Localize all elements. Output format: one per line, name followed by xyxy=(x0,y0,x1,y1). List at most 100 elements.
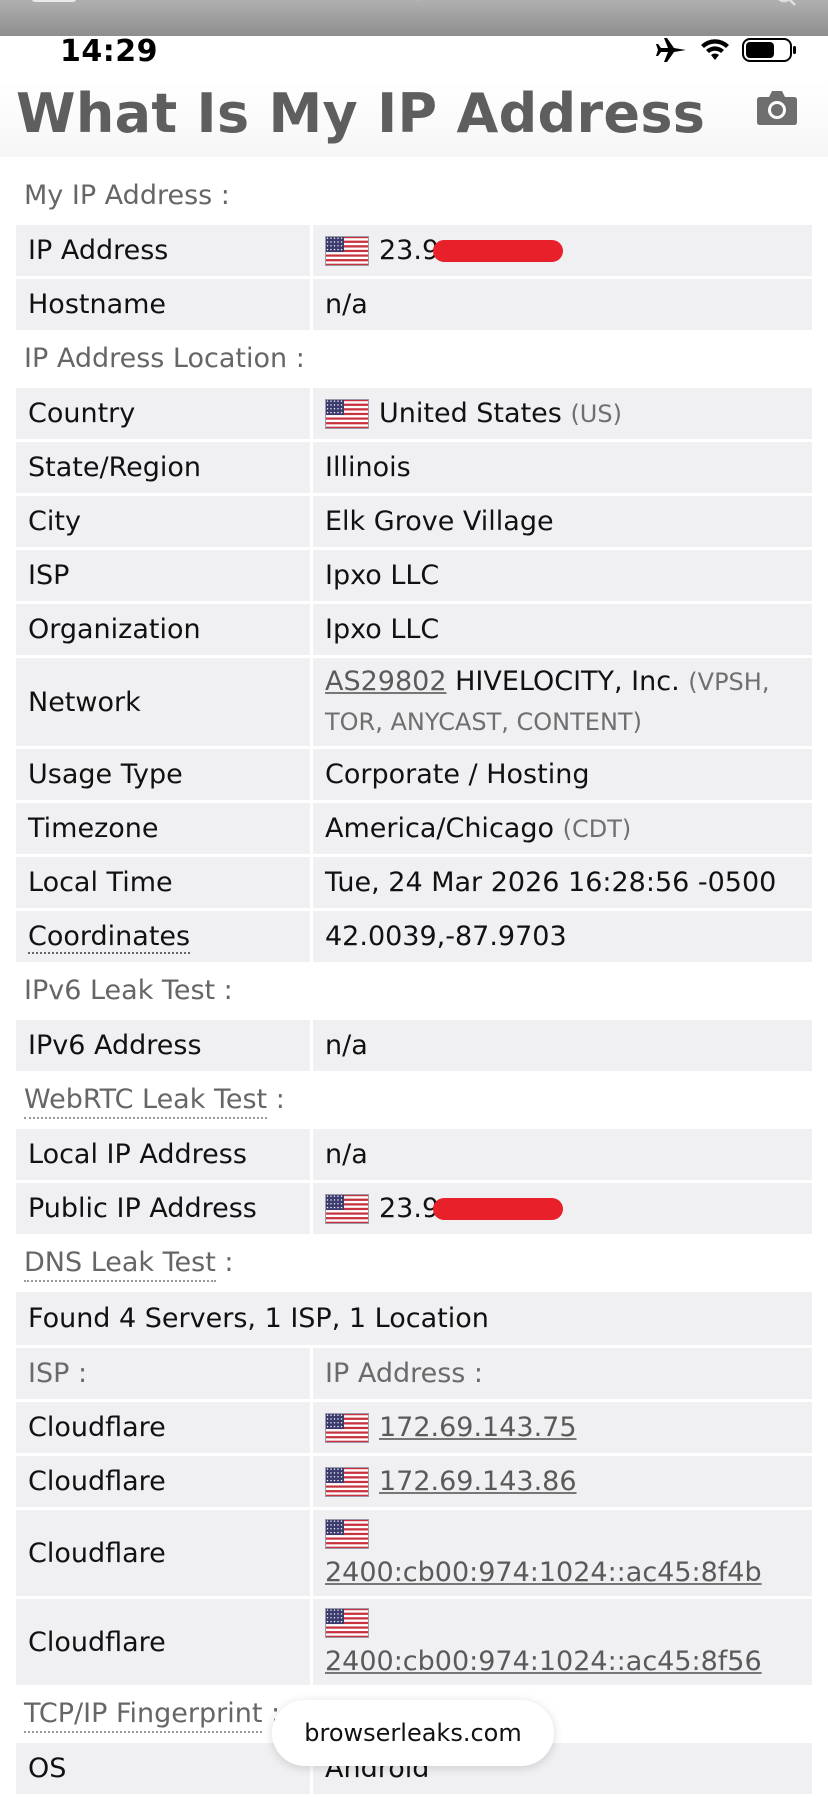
dns-col-isp: ISP : xyxy=(16,1348,313,1399)
status-icons xyxy=(656,36,798,64)
airplane-icon xyxy=(656,38,686,62)
section-my-ip: My IP Address : xyxy=(24,180,230,211)
network-value-cell: AS29802 HIVELOCITY, Inc. (VPSH, TOR, ANYC… xyxy=(313,658,812,746)
coordinates-label[interactable]: Coordinates xyxy=(28,921,191,954)
table-row: Country United States (US) xyxy=(16,388,812,439)
table-row: City Elk Grove Village xyxy=(16,496,812,547)
country-value: United States xyxy=(379,397,562,429)
public-ip-value-cell: 23.9 xyxy=(313,1183,812,1234)
city-label: City xyxy=(16,496,313,547)
loading-icon xyxy=(416,0,418,1)
state-label: State/Region xyxy=(16,442,313,493)
country-code: (US) xyxy=(570,399,622,428)
usage-type-value: Corporate / Hosting xyxy=(313,749,812,800)
domain-toast[interactable]: browserleaks.com xyxy=(272,1700,554,1766)
ip-address-value: 23.9 xyxy=(379,234,440,266)
dns-link[interactable]: DNS Leak Test xyxy=(24,1247,216,1282)
redaction-mark xyxy=(433,1198,564,1221)
dns-summary: Found 4 Servers, 1 ISP, 1 Location xyxy=(16,1292,812,1345)
table-row: Cloudflare 172.69.143.86 xyxy=(16,1456,812,1507)
table-row: Local IP Address n/a xyxy=(16,1129,812,1180)
public-ip-label: Public IP Address xyxy=(16,1183,313,1234)
table-row: Found 4 Servers, 1 ISP, 1 Location xyxy=(16,1292,812,1345)
state-value: Illinois xyxy=(313,442,812,493)
country-value-cell: United States (US) xyxy=(313,388,812,439)
network-name: HIVELOCITY, Inc. xyxy=(455,666,680,697)
section-location: IP Address Location : xyxy=(24,343,305,374)
tcp-link[interactable]: TCP/IP Fingerprint xyxy=(24,1698,263,1733)
timezone-label: Timezone xyxy=(16,803,313,854)
my-ip-table: IP Address 23.9 Hostname n/a xyxy=(16,222,812,333)
us-flag-icon xyxy=(325,236,369,267)
us-flag-icon xyxy=(325,1607,369,1638)
dns-server-ip-cell: 2400:cb00:974:1024::ac45:8f4b xyxy=(313,1510,812,1596)
table-row: Organization Ipxo LLC xyxy=(16,604,812,655)
ip-address-value-cell: 23.9 xyxy=(313,225,812,276)
location-table: Country United States (US) State/Region … xyxy=(16,385,812,965)
network-tags-1: (VPSH, xyxy=(688,668,770,696)
browser-toolbar xyxy=(0,0,828,36)
dns-server-ip-link[interactable]: 2400:cb00:974:1024::ac45:8f4b xyxy=(325,1557,762,1588)
table-row: Cloudflare 172.69.143.75 xyxy=(16,1402,812,1453)
menu-icon[interactable] xyxy=(32,0,76,2)
dns-server-isp: Cloudflare xyxy=(16,1510,313,1596)
hostname-label: Hostname xyxy=(16,279,313,330)
search-icon[interactable] xyxy=(776,0,798,10)
dns-server-ip-cell: 172.69.143.86 xyxy=(313,1456,812,1507)
asn-link[interactable]: AS29802 xyxy=(325,666,447,697)
timezone-value: America/Chicago xyxy=(325,813,554,844)
organization-label: Organization xyxy=(16,604,313,655)
coordinates-label-cell: Coordinates xyxy=(16,911,313,962)
country-label: Country xyxy=(16,388,313,439)
table-row: Local Time Tue, 24 Mar 2026 16:28:56 -05… xyxy=(16,857,812,908)
us-flag-icon xyxy=(325,1467,369,1498)
hostname-value: n/a xyxy=(313,279,812,330)
dns-server-isp: Cloudflare xyxy=(16,1599,313,1685)
webrtc-table: Local IP Address n/a Public IP Address 2… xyxy=(16,1126,812,1237)
organization-value: Ipxo LLC xyxy=(313,604,812,655)
redaction-mark xyxy=(433,240,564,263)
os-label: OS xyxy=(16,1743,313,1794)
table-row: Cloudflare 2400:cb00:974:1024::ac45:8f56 xyxy=(16,1599,812,1685)
wifi-icon xyxy=(701,39,729,60)
table-row: Cloudflare 2400:cb00:974:1024::ac45:8f4b xyxy=(16,1510,812,1596)
status-time: 14:29 xyxy=(60,34,158,69)
network-label: Network xyxy=(16,658,313,746)
timezone-value-cell: America/Chicago (CDT) xyxy=(313,803,812,854)
dns-server-ip-link[interactable]: 172.69.143.86 xyxy=(379,1466,577,1497)
dns-server-ip-cell: 2400:cb00:974:1024::ac45:8f56 xyxy=(313,1599,812,1685)
dns-colon: : xyxy=(215,1247,234,1278)
section-dns: DNS Leak Test : xyxy=(16,1237,812,1289)
dns-col-ip: IP Address : xyxy=(313,1348,812,1399)
local-time-value: Tue, 24 Mar 2026 16:28:56 -0500 xyxy=(313,857,812,908)
ip-address-label: IP Address xyxy=(16,225,313,276)
table-row: State/Region Illinois xyxy=(16,442,812,493)
local-ip-label: Local IP Address xyxy=(16,1129,313,1180)
table-row: Timezone America/Chicago (CDT) xyxy=(16,803,812,854)
local-time-label: Local Time xyxy=(16,857,313,908)
table-row: Network AS29802 HIVELOCITY, Inc. (VPSH, T… xyxy=(16,658,812,746)
page-title: What Is My IP Address xyxy=(16,82,706,145)
coordinates-value: 42.0039,-87.9703 xyxy=(313,911,812,962)
city-value: Elk Grove Village xyxy=(313,496,812,547)
us-flag-icon xyxy=(325,1194,369,1225)
dns-server-ip-link[interactable]: 172.69.143.75 xyxy=(379,1412,577,1443)
table-row: IPv6 Address n/a xyxy=(16,1020,812,1071)
local-ip-value: n/a xyxy=(313,1129,812,1180)
dns-server-isp: Cloudflare xyxy=(16,1402,313,1453)
table-row: Public IP Address 23.9 xyxy=(16,1183,812,1234)
table-row: Hostname n/a xyxy=(16,279,812,330)
camera-icon[interactable] xyxy=(756,88,798,126)
us-flag-icon xyxy=(325,1413,369,1444)
dns-server-ip-link[interactable]: 2400:cb00:974:1024::ac45:8f56 xyxy=(325,1646,762,1677)
us-flag-icon xyxy=(325,1518,369,1549)
table-header-row: ISP : IP Address : xyxy=(16,1348,812,1399)
section-ipv6: IPv6 Leak Test : xyxy=(24,975,233,1006)
dns-server-ip-cell: 172.69.143.75 xyxy=(313,1402,812,1453)
table-row: Usage Type Corporate / Hosting xyxy=(16,749,812,800)
dns-server-isp: Cloudflare xyxy=(16,1456,313,1507)
table-row: Coordinates 42.0039,-87.9703 xyxy=(16,911,812,962)
webrtc-link[interactable]: WebRTC Leak Test xyxy=(24,1084,268,1119)
webrtc-colon: : xyxy=(267,1084,285,1115)
table-row: ISP Ipxo LLC xyxy=(16,550,812,601)
